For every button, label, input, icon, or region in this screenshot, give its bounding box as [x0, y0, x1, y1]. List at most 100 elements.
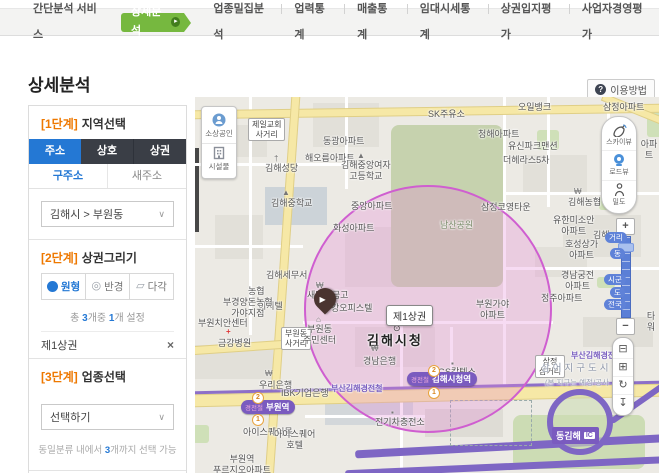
draw-tool-label: 원형 — [61, 279, 80, 294]
active-arrow-icon: ▸ — [171, 17, 180, 27]
map-label: 부원치안센터 — [198, 318, 248, 329]
map-label: 아파트 — [639, 139, 659, 161]
region-select[interactable]: 김해시 > 부원동 ∨ — [41, 201, 174, 227]
zoom-level-4[interactable]: 전국 — [604, 299, 626, 310]
step2-title: 상권그리기 — [82, 251, 137, 265]
station-badge-1: 경전철김해시청역 — [407, 372, 477, 386]
map-shape — [195, 148, 199, 232]
view-panel: 스카이뷰 로드뷰 밀도 — [601, 116, 637, 214]
map-label: 호성상가 아파트 — [565, 239, 598, 261]
nav-item-7[interactable]: 사업자경영평가 — [569, 0, 659, 48]
map-canvas[interactable]: 제1상권 ▶ 소상공인 시설물 — [195, 97, 659, 473]
facility-layer-button[interactable]: 시설물 — [202, 143, 236, 176]
step3-tag: [3단계] — [41, 370, 78, 384]
radius-icon: ◎ — [92, 281, 102, 292]
step1-tab-1[interactable]: 상호 — [81, 139, 134, 164]
step1-tab-2[interactable]: 상권 — [134, 139, 186, 164]
save-icon[interactable]: ↧ — [613, 394, 633, 412]
map-label: SK주유소 — [428, 109, 465, 120]
map-label: 김해중학교 — [271, 198, 312, 209]
map-label: 유한미소안 아파트 — [553, 215, 594, 237]
nav-item-1[interactable]: 상세분석▸ — [121, 13, 184, 32]
ic-badge: 동김해IC — [552, 427, 599, 444]
map-label: 오일뱅크 — [518, 102, 551, 113]
nav-item-2[interactable]: 업종밀집분석 — [200, 0, 281, 48]
zoom-level-1[interactable]: 동 — [610, 248, 625, 259]
note-suffix: 개까지 선택 가능 — [110, 445, 176, 456]
zoom-level-0[interactable]: 거리 — [605, 232, 627, 243]
map-label: (본 지구는 예정/공사…) — [545, 378, 619, 387]
map-shape — [265, 97, 300, 473]
roadview-button[interactable]: 로드뷰 — [602, 150, 636, 180]
circle-filled-icon — [47, 281, 58, 292]
person-shield-icon — [212, 113, 226, 127]
area-count-text: 총 3개중 1개 설정 — [29, 309, 186, 324]
map-label: 삼정아파트 — [603, 102, 644, 113]
step1-header: [1단계]지역선택 — [29, 106, 186, 139]
category-note: 동일분류 내에서 3개까지 선택 가능 — [29, 442, 186, 456]
nav-item-3[interactable]: 업력통계 — [281, 0, 344, 48]
draw-tool-polygon[interactable]: ▱다각 — [129, 274, 173, 299]
map-label: 청해아파트 — [478, 129, 519, 140]
app-window: 간단분석 서비스 상세분석▸ 업종밀집분석업력통계매출통계임대시세통계상권입지평가사… — [0, 0, 659, 473]
step3-section: [3단계] 업종선택 선택하기 ∨ 동일분류 내에서 3개까지 선택 가능 — [29, 358, 186, 456]
small-business-layer-button[interactable]: 소상공인 — [202, 111, 236, 143]
step1-tabs: 주소상호상권 — [29, 139, 186, 164]
step1-tab-0[interactable]: 주소 — [29, 139, 81, 164]
reset-view-icon[interactable]: ↻ — [613, 376, 633, 394]
ic-name-label: 동김해 — [556, 429, 581, 442]
area-list-item: 제1상권 × — [41, 331, 174, 358]
building-icon — [212, 146, 226, 160]
analysis-panel: [1단계]지역선택 주소상호상권 구주소새주소 김해시 > 부원동 ∨ [2단계… — [28, 105, 187, 473]
draw-tool-radius[interactable]: ◎반경 — [85, 274, 129, 299]
zoom-level-3[interactable]: 도 — [610, 287, 625, 298]
draw-tool-group: 원형 ◎반경▱다각 — [41, 273, 174, 300]
satellite-dish-icon — [612, 124, 627, 137]
area-overlay-label[interactable]: 제1상권 — [386, 305, 433, 326]
note-prefix: 동일분류 내에서 — [38, 445, 104, 456]
map-label: 농협 — [248, 286, 265, 297]
draw-tool-circle-filled[interactable]: 원형 — [42, 274, 85, 299]
map-label: 삼정코영타운 — [481, 202, 531, 213]
roadview-icon — [612, 153, 626, 167]
step3-title: 업종선택 — [82, 370, 126, 384]
nav-item-0[interactable]: 간단분석 서비스 — [20, 0, 113, 48]
count-suffix: 개 설정 — [114, 313, 144, 324]
region-select-value: 김해시 > 부원동 — [50, 206, 123, 222]
zoom-out-button[interactable]: − — [616, 318, 635, 335]
step1-subtabs: 구주소새주소 — [29, 164, 186, 189]
map-label: 강오피스텔 — [331, 303, 372, 314]
map-poi-icon: ₩ — [574, 187, 582, 196]
zoom-level-2[interactable]: 시군 — [604, 274, 626, 285]
map-shape — [195, 425, 209, 443]
help-button[interactable]: ? 이용방법 — [587, 79, 655, 99]
map-poi-icon: ▪ — [391, 408, 394, 417]
nav-item-4[interactable]: 매출통계 — [344, 0, 407, 48]
cadastral-icon[interactable]: ⊞ — [613, 358, 633, 376]
category-select[interactable]: 선택하기 ∨ — [41, 404, 174, 430]
map-shape — [195, 105, 659, 119]
exit-number-badge: 2 — [428, 365, 440, 377]
exit-number-badge: 1 — [428, 387, 440, 399]
measure-icon[interactable]: ⊟ — [613, 341, 633, 358]
nav-item-6[interactable]: 상권입지평가 — [488, 0, 569, 48]
map-poi-icon: ▲ — [282, 188, 290, 197]
layer-panel: 소상공인 시설물 — [201, 106, 237, 179]
ic-type-label: IC — [584, 432, 595, 439]
remove-area-icon[interactable]: × — [167, 339, 174, 351]
step1-title: 지역선택 — [82, 117, 126, 131]
help-button-label: 이용방법 — [610, 82, 647, 97]
skyview-button[interactable]: 스카이뷰 — [602, 122, 636, 150]
map-label: 김해세무서 — [266, 270, 307, 281]
map-poi-icon: ▲ — [357, 151, 365, 160]
step1-subtab-1[interactable]: 새주소 — [107, 164, 186, 188]
nav-item-5[interactable]: 임대시세통계 — [407, 0, 488, 48]
step1-subtab-0[interactable]: 구주소 — [29, 164, 107, 188]
map-label: 금강병원 — [218, 338, 251, 349]
map-shape — [547, 389, 613, 455]
map-label: 김해농협 — [568, 197, 601, 208]
density-button[interactable]: 밀도 — [602, 180, 636, 210]
map-label: 경남은행 — [363, 356, 396, 367]
map-label: 전기차충전소 — [375, 417, 425, 428]
top-nav: 간단분석 서비스상세분석▸업종밀집분석업력통계매출통계임대시세통계상권입지평가사… — [0, 8, 659, 36]
